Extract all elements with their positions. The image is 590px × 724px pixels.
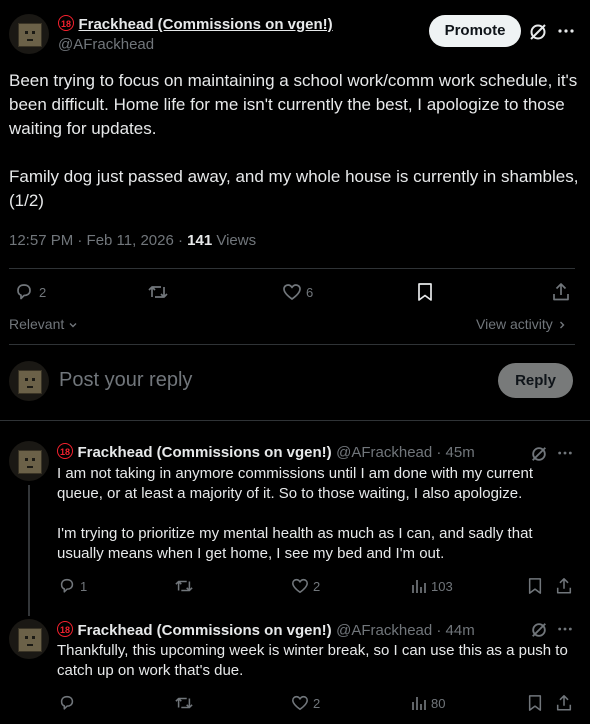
share-icon[interactable]: [555, 577, 573, 595]
reply-icon[interactable]: [58, 694, 76, 712]
views-icon[interactable]: [410, 694, 428, 712]
reply-avatar[interactable]: [9, 441, 49, 481]
post-timestamp[interactable]: 12:57 PM · Feb 11, 2026 ·: [9, 232, 187, 249]
post-meta: 12:57 PM · Feb 11, 2026 · 141 Views: [9, 232, 256, 249]
more-icon[interactable]: [557, 22, 575, 40]
promote-button[interactable]: Promote: [429, 15, 521, 47]
more-icon[interactable]: [557, 621, 573, 637]
grok-icon[interactable]: [530, 621, 548, 639]
reply-icon[interactable]: [58, 577, 76, 595]
post-paragraph: Been trying to focus on maintaining a sc…: [9, 71, 578, 138]
reply-count: 1: [80, 579, 88, 594]
grok-icon[interactable]: [530, 445, 548, 463]
divider: [9, 268, 575, 269]
share-icon[interactable]: [555, 694, 573, 712]
author-name[interactable]: Frackhead (Commissions on vgen!): [78, 16, 332, 33]
reply-input[interactable]: Post your reply: [59, 369, 192, 392]
post-paragraph: Family dog just passed away, and my whol…: [9, 167, 579, 210]
retweet-icon[interactable]: [147, 282, 169, 302]
retweet-icon[interactable]: [174, 577, 194, 595]
views-count: 103: [431, 579, 453, 594]
divider: [0, 420, 590, 421]
age-restriction-badge: 18: [57, 621, 73, 637]
sort-dropdown[interactable]: Relevant: [9, 316, 78, 333]
like-count: 2: [313, 579, 321, 594]
age-restriction-badge: 18: [58, 15, 74, 31]
like-count: 6: [306, 285, 314, 300]
age-restriction-badge: 18: [57, 443, 73, 459]
reply-paragraph: I'm trying to prioritize my mental healt…: [57, 525, 533, 562]
post-body: Been trying to focus on maintaining a sc…: [9, 69, 579, 213]
reply-icon[interactable]: [14, 282, 34, 302]
divider: [9, 344, 575, 345]
author-line: 18 Frackhead (Commissions on vgen!): [58, 15, 333, 34]
reply-body: Thankfully, this upcoming week is winter…: [57, 641, 577, 681]
bookmark-icon[interactable]: [527, 694, 543, 712]
share-icon[interactable]: [551, 282, 571, 302]
views-count: 141: [187, 232, 213, 249]
reply-avatar[interactable]: [9, 619, 49, 659]
grok-icon[interactable]: [528, 22, 548, 42]
bookmark-icon[interactable]: [527, 577, 543, 595]
thread-line: [28, 485, 30, 616]
reply-author-line: 18 Frackhead (Commissions on vgen!) @AFr…: [57, 621, 475, 640]
reply-button[interactable]: Reply: [498, 363, 573, 398]
sort-label: Relevant: [9, 316, 65, 332]
retweet-icon[interactable]: [174, 694, 194, 712]
view-activity-link[interactable]: View activity: [476, 316, 567, 333]
view-activity-label: View activity: [476, 316, 553, 332]
reply-author-name[interactable]: Frackhead (Commissions on vgen!): [77, 622, 331, 639]
like-icon[interactable]: [291, 694, 309, 712]
like-icon[interactable]: [291, 577, 309, 595]
author-avatar[interactable]: [9, 14, 49, 54]
author-handle[interactable]: @AFrackhead: [58, 36, 154, 53]
reply-paragraph: Thankfully, this upcoming week is winter…: [57, 642, 568, 679]
views-label: Views: [212, 232, 257, 249]
reply-author-line: 18 Frackhead (Commissions on vgen!) @AFr…: [57, 443, 475, 462]
chevron-down-icon: [68, 317, 78, 333]
reply-count: 2: [39, 285, 47, 300]
my-avatar: [9, 361, 49, 401]
bookmark-icon[interactable]: [416, 282, 434, 302]
reply-handle-time[interactable]: @AFrackhead · 44m: [336, 622, 475, 639]
views-icon[interactable]: [410, 577, 428, 595]
like-icon[interactable]: [282, 282, 302, 302]
chevron-right-icon: [557, 317, 567, 333]
reply-handle-time[interactable]: @AFrackhead · 45m: [336, 444, 475, 461]
like-count: 2: [313, 696, 321, 711]
reply-body: I am not taking in anymore commissions u…: [57, 464, 577, 564]
views-count: 80: [431, 696, 446, 711]
reply-author-name[interactable]: Frackhead (Commissions on vgen!): [77, 444, 331, 461]
reply-paragraph: I am not taking in anymore commissions u…: [57, 465, 534, 502]
more-icon[interactable]: [557, 445, 573, 461]
